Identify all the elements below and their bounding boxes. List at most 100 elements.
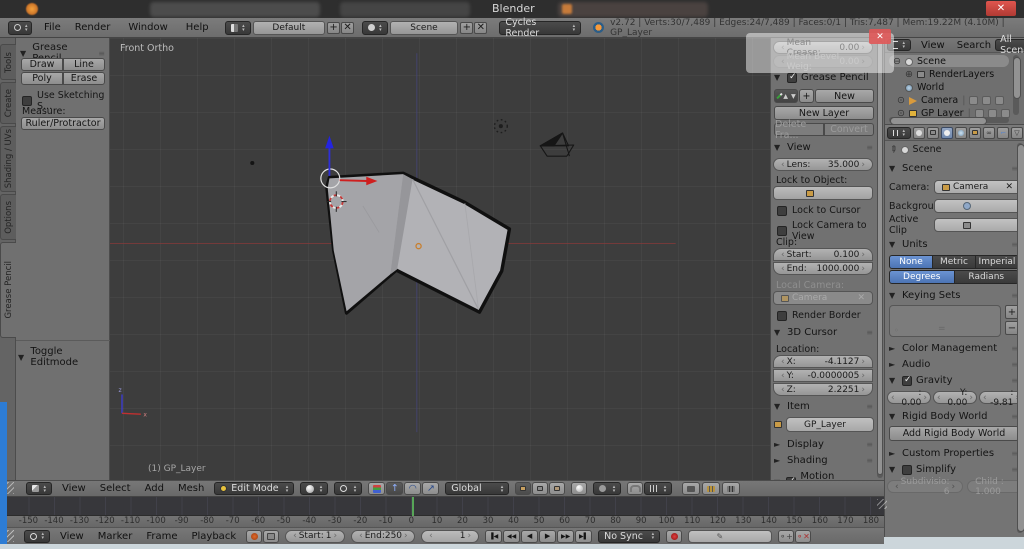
scene-selector[interactable]: ▴ ▾: [362, 21, 388, 35]
lock-to-cursor-checkbox[interactable]: Lock to Cursor: [777, 205, 860, 216]
outliner-h-scrollbar[interactable]: [889, 117, 1009, 123]
render-border-checkbox[interactable]: Render Border: [777, 310, 861, 321]
snap-element-dropdown[interactable]: ▴ ▾: [644, 482, 672, 495]
scene-name-field[interactable]: Scene: [390, 21, 459, 35]
simplify-panel-header[interactable]: ▼Simplify≡: [889, 464, 1019, 475]
sync-dropdown[interactable]: No Sync▴ ▾: [598, 530, 660, 543]
properties-editor-selector[interactable]: ▴ ▾: [887, 127, 911, 139]
manipulator-toggle-button[interactable]: [368, 482, 385, 495]
item-name-field[interactable]: GP_Layer: [786, 417, 874, 432]
jump-to-end-button[interactable]: ▶▌: [575, 530, 592, 543]
lens-field[interactable]: Lens:35.000: [773, 158, 873, 171]
convert-button[interactable]: Convert: [824, 123, 874, 136]
cursor-panel-header[interactable]: ▼3D Cursor≡: [774, 327, 874, 338]
editor-type-selector[interactable]: ▴ ▾: [8, 21, 32, 35]
timeline-view-menu[interactable]: View: [56, 531, 88, 542]
keyingset-lock-button[interactable]: [263, 530, 279, 543]
outliner-item-scene[interactable]: ⊖Scene: [893, 55, 946, 68]
tab-data-icon[interactable]: ▽: [1011, 127, 1023, 139]
simplify-subdivision-field[interactable]: Subdivisio: 6: [887, 480, 963, 493]
render-engine-selector[interactable]: Cycles Render▴ ▾: [499, 21, 581, 35]
face-select-button[interactable]: [549, 482, 565, 495]
delete-keyframe-button[interactable]: ⚬✕: [795, 530, 811, 543]
view-panel-header[interactable]: ▼View≡: [774, 142, 874, 153]
restrict-render-icon[interactable]: [995, 96, 1004, 105]
tab-object-icon[interactable]: [969, 127, 981, 139]
frame-start-field[interactable]: Start:1: [285, 530, 345, 543]
screen-layout-name-field[interactable]: Default: [253, 21, 326, 35]
outliner-item-world[interactable]: World: [905, 81, 944, 94]
outliner-item-camera[interactable]: ⊙Camera|: [897, 94, 1004, 107]
vertex-select-button[interactable]: [515, 482, 531, 495]
add-scene-button[interactable]: +: [460, 22, 473, 34]
edge-select-button[interactable]: [532, 482, 548, 495]
ruler-protractor-button[interactable]: Ruler/Protractor: [21, 117, 105, 130]
translate-manipulator-button[interactable]: ↑: [386, 482, 403, 495]
play-button[interactable]: ▶: [539, 530, 556, 543]
cursor-y-field[interactable]: Y:-0.0000005: [773, 369, 873, 382]
radians-button[interactable]: Radians: [955, 270, 1020, 284]
unit-none-button[interactable]: None: [889, 255, 933, 269]
previous-keyframe-button[interactable]: ◀◀: [503, 530, 520, 543]
color-management-panel-header[interactable]: ►Color Management≡: [889, 343, 1019, 354]
degrees-button[interactable]: Degrees: [889, 270, 955, 284]
view3d-view-menu[interactable]: View: [58, 483, 90, 494]
unit-system-segment[interactable]: None Metric Imperial: [889, 255, 1019, 269]
timeline-frame-menu[interactable]: Frame: [142, 531, 181, 542]
clip-end-field[interactable]: End:1000.000: [773, 262, 873, 275]
menu-file[interactable]: File: [40, 22, 65, 33]
rotate-manipulator-button[interactable]: ◠: [404, 482, 421, 495]
view3d-editor-selector[interactable]: ▴ ▾: [26, 482, 52, 495]
outliner-v-scrollbar[interactable]: [1013, 55, 1019, 115]
background-set-field[interactable]: [934, 199, 1021, 213]
rigid-body-panel-header[interactable]: ▼Rigid Body World≡: [889, 411, 1019, 422]
tab-scene-icon[interactable]: [941, 127, 953, 139]
expand-icon[interactable]: ⊖: [893, 56, 901, 67]
restrict-view-icon[interactable]: [969, 96, 978, 105]
gravity-panel-header[interactable]: ▼Gravity≡: [889, 375, 1019, 386]
jump-to-start-button[interactable]: ▐◀: [485, 530, 502, 543]
redo-panel-header[interactable]: ▼Toggle Editmode: [18, 346, 108, 368]
screen-layout-selector[interactable]: ▴ ▾: [225, 21, 251, 35]
clip-start-field[interactable]: Start:0.100: [773, 248, 873, 261]
timeline-ruler[interactable]: -150-140-130-120-110-100-90-80-70-60-50-…: [0, 516, 884, 528]
expand-icon[interactable]: ⊕: [905, 69, 913, 80]
scale-manipulator-button[interactable]: ↗: [422, 482, 439, 495]
snap-toggle-button[interactable]: [627, 482, 643, 495]
custom-properties-panel-header[interactable]: ►Custom Properties≡: [889, 448, 1019, 459]
tab-tools[interactable]: Tools: [0, 44, 16, 80]
gp-panel-checkbox[interactable]: [787, 73, 797, 83]
view3d-select-menu[interactable]: Select: [96, 483, 135, 494]
record-button[interactable]: [666, 530, 682, 543]
view3d-add-menu[interactable]: Add: [141, 483, 168, 494]
clear-icon[interactable]: ✕: [857, 293, 865, 303]
outliner-item-renderlayers[interactable]: ⊕RenderLayers: [905, 68, 994, 81]
gp-new-button[interactable]: New: [815, 89, 874, 103]
scene-panel-header[interactable]: ▼Scene≡: [889, 163, 1019, 174]
menu-help[interactable]: Help: [182, 22, 213, 33]
tab-constraints-icon[interactable]: ∞: [983, 127, 995, 139]
units-panel-header[interactable]: ▼Units≡: [889, 239, 1019, 250]
tab-render-icon[interactable]: [913, 127, 925, 139]
delete-scene-button[interactable]: ✕: [474, 22, 487, 34]
delete-layout-button[interactable]: ✕: [341, 22, 354, 34]
poly-button[interactable]: Poly: [21, 72, 63, 85]
active-keyingset-field[interactable]: ✎: [688, 530, 772, 543]
unit-metric-button[interactable]: Metric: [933, 255, 976, 269]
local-camera-field[interactable]: Camera✕: [773, 291, 873, 305]
expand-icon[interactable]: ⊙: [897, 95, 905, 106]
pivot-dropdown[interactable]: ▴ ▾: [334, 482, 362, 495]
current-frame-line[interactable]: [412, 497, 414, 516]
clear-icon[interactable]: ✕: [1005, 182, 1013, 192]
simplify-child-field[interactable]: Child : 1.000: [967, 480, 1023, 493]
menu-render[interactable]: Render: [71, 22, 115, 33]
display-panel-header[interactable]: ►Display≡: [774, 439, 874, 450]
gp-datablock-add-button[interactable]: +: [799, 89, 814, 103]
insert-keyframe-button[interactable]: ⚬+: [778, 530, 794, 543]
pin-icon[interactable]: ✎: [887, 143, 899, 155]
window-close-button[interactable]: ✕: [986, 1, 1016, 16]
occlude-geometry-button[interactable]: [571, 482, 587, 495]
audio-panel-header[interactable]: ►Audio≡: [889, 359, 1019, 370]
gp-panel-header[interactable]: ▼Grease Pencil: [774, 72, 874, 83]
keying-sets-panel-header[interactable]: ▼Keying Sets≡: [889, 290, 1019, 301]
